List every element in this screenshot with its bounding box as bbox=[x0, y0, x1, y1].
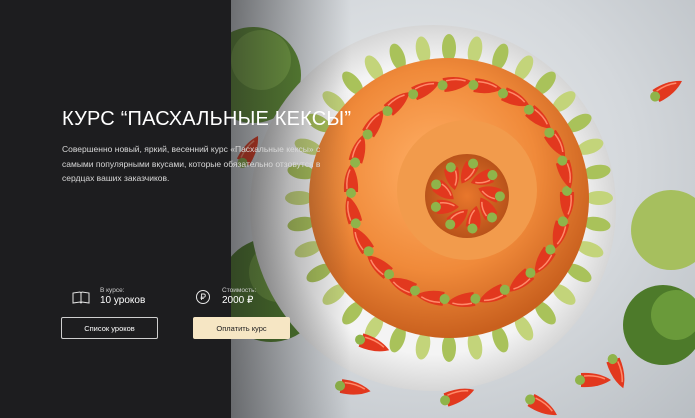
content-panel bbox=[0, 0, 231, 418]
lessons-value: 10 уроков bbox=[100, 295, 146, 306]
pay-course-button[interactable]: Оплатить курс bbox=[193, 317, 290, 339]
lessons-caption: В курсе: bbox=[100, 287, 125, 294]
price-value: 2000 ₽ bbox=[222, 295, 254, 306]
lessons-list-button[interactable]: Список уроков bbox=[61, 317, 158, 339]
course-title: КУРС “ПАСХАЛЬНЫЕ КЕКСЫ” bbox=[62, 108, 352, 130]
book-icon bbox=[70, 288, 92, 306]
lessons-count-stat: В курсе: 10 уроков bbox=[70, 287, 145, 307]
hero-cake-image bbox=[231, 0, 695, 418]
course-description: Совершенно новый, яркий, весенний курс «… bbox=[62, 144, 321, 183]
ruble-coin-icon bbox=[192, 288, 214, 306]
price-caption: Стоимость: bbox=[222, 287, 257, 294]
price-stat: Стоимость: 2000 ₽ bbox=[192, 287, 256, 307]
